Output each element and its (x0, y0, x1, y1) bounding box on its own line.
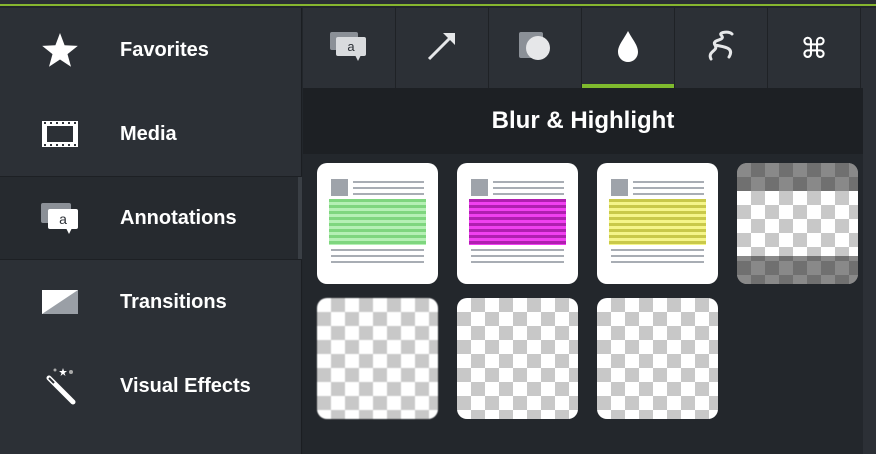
tile-blur[interactable] (317, 298, 438, 419)
sidebar-item-annotations[interactable]: a Annotations (0, 176, 302, 260)
panel-scrollbar[interactable] (863, 88, 876, 454)
tab-keystroke[interactable]: ⌘ (768, 8, 861, 88)
callout-tab-icon: a (329, 30, 369, 67)
keystroke-icon: ⌘ (800, 32, 828, 64)
shape-icon (517, 28, 553, 69)
transition-icon (40, 284, 80, 320)
tab-sketch-motion[interactable] (675, 8, 768, 88)
document-preview (469, 177, 566, 269)
sidebar-item-visual-effects[interactable]: Visual Effects (0, 344, 302, 428)
sidebar-item-label: Favorites (120, 38, 209, 61)
sketch-motion-icon (705, 29, 737, 68)
highlight-overlay (469, 199, 566, 245)
star-icon (40, 32, 80, 68)
sidebar-item-transitions[interactable]: Transitions (0, 260, 302, 344)
tile-blur-spotlight[interactable] (737, 163, 858, 284)
callout-icon: a (40, 200, 80, 236)
tile-highlight-yellow[interactable] (597, 163, 718, 284)
library-sidebar: Favorites Media a Annotations Transition… (0, 8, 302, 454)
magic-wand-icon (40, 368, 80, 405)
arrow-icon (425, 29, 459, 68)
tile-pixelate[interactable] (457, 298, 578, 419)
tab-callouts[interactable]: a (303, 8, 396, 88)
section-title: Blur & Highlight (303, 88, 863, 154)
sidebar-item-label: Transitions (120, 290, 227, 313)
svg-text:a: a (59, 211, 67, 227)
tile-interactive-hotspot[interactable] (597, 298, 718, 419)
blur-drop-icon (615, 29, 641, 68)
highlight-overlay (329, 199, 426, 245)
sidebar-item-label: Media (120, 122, 177, 145)
document-preview (609, 177, 706, 269)
annotations-library-panel: Blur & Highlight (303, 88, 863, 454)
sidebar-item-label: Annotations (120, 206, 237, 229)
svg-text:a: a (347, 39, 355, 54)
sidebar-item-label: Visual Effects (120, 374, 251, 397)
tab-shapes[interactable] (489, 8, 582, 88)
document-preview (329, 177, 426, 269)
spotlight-shade-top (737, 163, 858, 191)
tab-arrows-lines[interactable] (396, 8, 489, 88)
sidebar-item-media[interactable]: Media (0, 92, 302, 176)
tile-highlight-magenta[interactable] (457, 163, 578, 284)
sidebar-item-favorites[interactable]: Favorites (0, 8, 302, 92)
top-accent-line (0, 0, 876, 6)
annotation-style-tabs: a ⌘ (303, 8, 876, 88)
film-strip-icon (40, 116, 80, 152)
tab-blur-highlight[interactable] (582, 8, 675, 88)
highlight-overlay (609, 199, 706, 245)
tile-highlight-green[interactable] (317, 163, 438, 284)
spotlight-shade-bottom (737, 256, 858, 284)
